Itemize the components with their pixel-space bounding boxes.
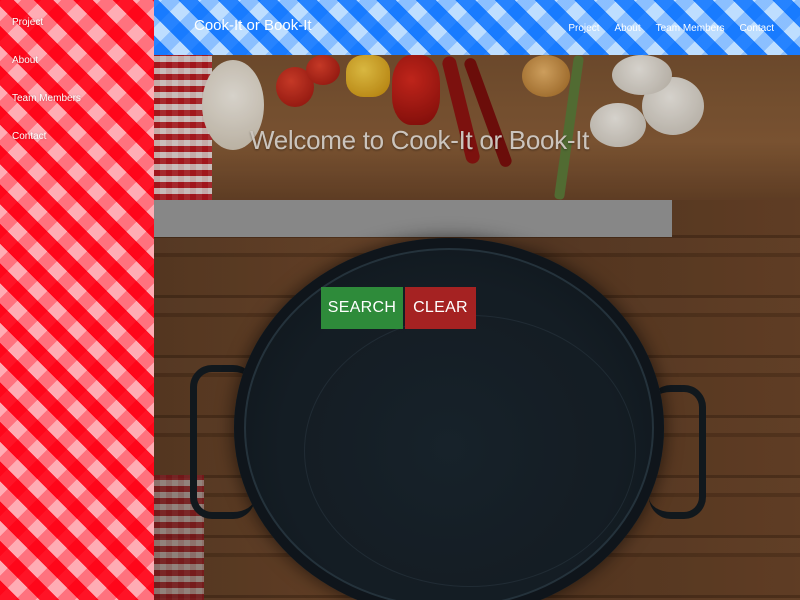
sidebar: Project About Team Members Contact bbox=[0, 0, 154, 600]
nav-link-team-members[interactable]: Team Members bbox=[656, 23, 725, 34]
tablecloth-image bbox=[154, 55, 212, 200]
nav-links: Project About Team Members Contact bbox=[568, 23, 774, 34]
mushroom-image bbox=[590, 103, 646, 147]
clear-button[interactable]: CLEAR bbox=[405, 287, 476, 329]
pepper-image bbox=[346, 55, 390, 97]
nav-link-project[interactable]: Project bbox=[568, 23, 599, 34]
sidebar-item-team-members[interactable]: Team Members bbox=[12, 93, 81, 104]
pepper-image bbox=[392, 55, 440, 125]
sidebar-item-contact[interactable]: Contact bbox=[12, 131, 46, 142]
main-content: Welcome to Cook-It or Book-It SEARCH CLE… bbox=[154, 55, 800, 600]
mushroom-image bbox=[612, 55, 672, 95]
nav-link-contact[interactable]: Contact bbox=[740, 23, 774, 34]
top-navbar: Cook-It or Book-It Project About Team Me… bbox=[154, 0, 800, 55]
nav-link-about[interactable]: About bbox=[614, 23, 640, 34]
sidebar-item-project[interactable]: Project bbox=[12, 17, 43, 28]
search-input[interactable] bbox=[154, 200, 672, 237]
brand-link[interactable]: Cook-It or Book-It bbox=[194, 17, 312, 34]
sidebar-item-about[interactable]: About bbox=[12, 55, 38, 66]
page-title: Welcome to Cook-It or Book-It bbox=[250, 125, 590, 155]
onion-image bbox=[522, 55, 570, 97]
search-button[interactable]: SEARCH bbox=[321, 287, 403, 329]
pan-inner-ring bbox=[304, 315, 636, 587]
hero-banner: Welcome to Cook-It or Book-It bbox=[154, 55, 800, 200]
tomato-image bbox=[306, 55, 340, 85]
